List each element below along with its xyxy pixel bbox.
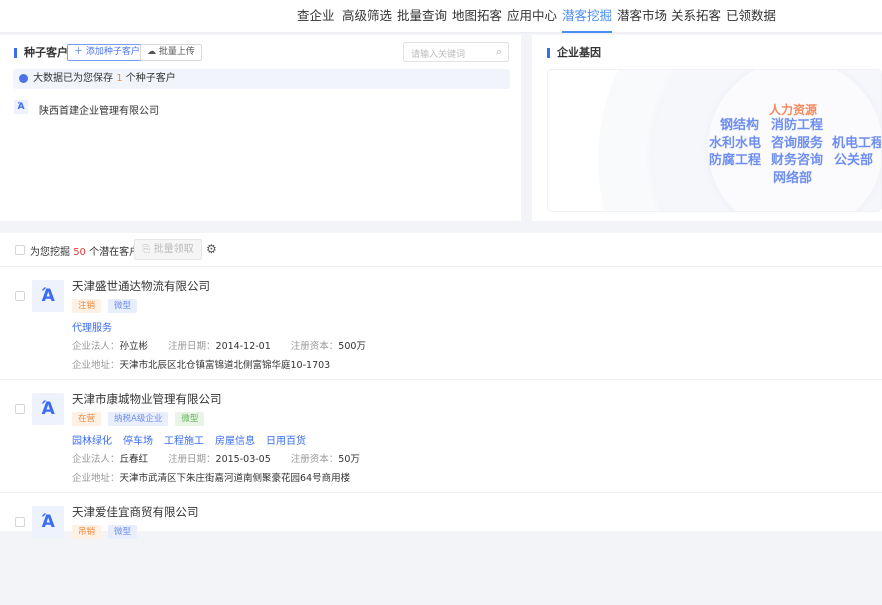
keyword-search-input[interactable]: 请输入关键词 ⌕	[403, 42, 509, 62]
company-meta: 企业法人：孙立彬 注册日期：2014-12-01 注册资本：500万	[72, 338, 366, 352]
capital-label: 注册资本：	[290, 341, 339, 352]
industry-link[interactable]: 停车场	[123, 432, 153, 447]
count-prefix: 为您挖掘	[30, 247, 70, 258]
batch-upload-button[interactable]: ☁ 批量上传	[140, 44, 202, 61]
batch-claim-label: 批量领取	[153, 244, 194, 255]
date-label: 注册日期：	[168, 454, 216, 465]
prospect-count-text: 为您挖掘 50 个潜在客户	[30, 243, 139, 258]
address: 天津市北辰区北仓镇富锦道北侧富锦华庭10-1703	[119, 360, 331, 371]
prospect-row: Ά 天津盛世通达物流有限公司 注销 微型 代理服务 企业法人：孙立彬 注册日期：20…	[0, 266, 882, 379]
industry-link[interactable]: 园林绿化	[72, 432, 112, 447]
industry-link[interactable]: 工程施工	[164, 432, 204, 447]
reg-date: 2014-12-01	[215, 341, 271, 352]
gene-word: 消防工程	[771, 118, 824, 133]
company-logo-icon: Ά	[32, 393, 64, 425]
prospect-row: Ά 天津爱佳宜商贸有限公司 吊销 微型	[0, 492, 882, 605]
nav-item-batch-query[interactable]: 批量查询	[397, 0, 447, 33]
seed-title: 种子客户	[14, 47, 68, 58]
nav-item-company[interactable]: 查企业	[297, 0, 335, 33]
search-placeholder: 请输入关键词	[411, 50, 466, 60]
date-label: 注册日期：	[168, 341, 216, 352]
reg-date: 2015-03-05	[215, 454, 271, 465]
info-icon	[19, 74, 28, 83]
address-label: 企业地址：	[72, 360, 120, 371]
nav-item-map[interactable]: 地图拓客	[452, 0, 502, 33]
gene-word: 财务咨询	[771, 153, 824, 168]
gene-word: 公关部	[834, 153, 874, 168]
company-address: 企业地址：天津市北辰区北仓镇富锦道北侧富锦华庭10-1703	[72, 357, 330, 371]
size-badge: 微型	[108, 299, 138, 313]
seed-company-item[interactable]: 陕西首建企业管理有限公司	[39, 102, 159, 117]
address-label: 企业地址：	[72, 473, 120, 484]
seed-notice: 大数据已为您保存 1 个种子客户	[13, 69, 510, 89]
company-name[interactable]: 天津盛世通达物流有限公司	[72, 278, 210, 294]
reg-capital: 50万	[338, 454, 360, 465]
nav-item-app-center[interactable]: 应用中心	[507, 0, 557, 33]
address: 天津市武清区下朱庄街嘉河道南侧聚豪花园64号商用楼	[119, 473, 351, 484]
prospect-list: 为您挖掘 50 个潜在客户 ⎘ 批量领取 ⚙ Ά 天津盛世通达物流有限公司 注销…	[0, 233, 882, 539]
company-meta: 企业法人：丘春红 注册日期：2015-03-05 注册资本：50万	[72, 451, 360, 465]
legal-person: 孙立彬	[119, 341, 149, 352]
industry-link[interactable]: 日用百货	[266, 432, 306, 447]
plus-icon: ＋	[74, 47, 86, 57]
prospect-row: Ά 天津市康城物业管理有限公司 在营 纳税A级企业 微型 园林绿化 停车场 工程施工 房屋…	[0, 379, 882, 492]
status-badge: 吊销	[72, 525, 102, 539]
nav-item-relations[interactable]: 关系拓客	[671, 0, 721, 33]
tax-badge: 纳税A级企业	[108, 412, 169, 426]
company-address: 企业地址：天津市武清区下朱庄街嘉河道南侧聚豪花园64号商用楼	[72, 470, 350, 484]
count-suffix: 个潜在客户	[89, 247, 140, 258]
settings-gear-icon[interactable]: ⚙	[206, 242, 217, 256]
add-seed-label: 添加种子客户	[85, 47, 140, 57]
status-badge: 注销	[72, 299, 102, 313]
row-checkbox[interactable]	[15, 291, 25, 301]
notice-prefix: 大数据已为您保存	[33, 73, 113, 84]
size-badge: 微型	[108, 525, 138, 539]
gene-title: 企业基因	[547, 47, 601, 58]
nav-item-advanced-filter[interactable]: 高级筛选	[342, 0, 392, 33]
cloud-upload-icon: ☁	[147, 47, 159, 57]
size-badge: 微型	[175, 412, 205, 426]
select-all-checkbox[interactable]	[15, 245, 25, 255]
status-badge: 在营	[72, 412, 102, 426]
search-icon[interactable]: ⌕	[496, 45, 502, 59]
legal-label: 企业法人：	[72, 341, 120, 352]
company-logo-icon: Ά	[14, 100, 28, 114]
company-logo-icon: Ά	[32, 506, 64, 538]
company-name[interactable]: 天津市康城物业管理有限公司	[72, 391, 222, 407]
capital-label: 注册资本：	[290, 454, 339, 465]
legal-person: 丘春红	[119, 454, 149, 465]
claim-icon: ⎘	[142, 244, 154, 255]
batch-upload-label: 批量上传	[158, 47, 195, 57]
company-logo-icon: Ά	[32, 280, 64, 312]
gene-word: 钢结构	[720, 118, 760, 133]
gene-word: 防腐工程	[709, 153, 762, 168]
batch-claim-button[interactable]: ⎘ 批量领取	[134, 239, 202, 260]
company-name[interactable]: 天津爱佳宜商贸有限公司	[72, 504, 199, 520]
industry-link[interactable]: 代理服务	[72, 319, 112, 334]
industry-link[interactable]: 房屋信息	[215, 432, 255, 447]
gene-cloud: 人力资源 钢结构 消防工程 水利水电 咨询服务 机电工程 防腐工程 财务咨询 公…	[547, 69, 882, 212]
nav-item-prospect-mining[interactable]: 潜客挖掘	[562, 0, 613, 33]
legal-label: 企业法人：	[72, 454, 120, 465]
prospect-count: 50	[73, 247, 86, 258]
notice-suffix: 个种子客户	[125, 73, 176, 84]
add-seed-button[interactable]: ＋ 添加种子客户	[67, 44, 147, 61]
gene-word: 网络部	[773, 171, 813, 186]
reg-capital: 500万	[338, 341, 366, 352]
nav-item-claimed-data[interactable]: 已领数据	[726, 0, 776, 33]
seed-panel	[0, 35, 521, 221]
notice-count: 1	[116, 73, 123, 84]
top-nav: 查企业 高级筛选 批量查询 地图拓客 应用中心 潜客挖掘 潜客市场 关系拓客 已…	[0, 0, 882, 33]
row-checkbox[interactable]	[15, 404, 25, 414]
row-checkbox[interactable]	[15, 517, 25, 527]
nav-item-prospect-market[interactable]: 潜客市场	[617, 0, 667, 33]
